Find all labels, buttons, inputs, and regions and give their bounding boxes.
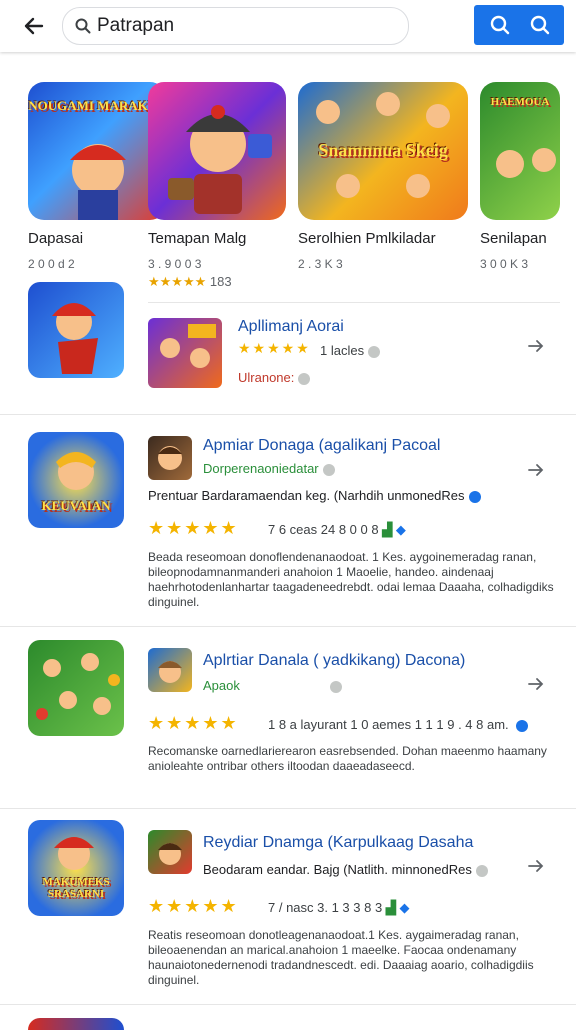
top-app-bar [0,0,576,52]
search-icon [530,15,550,35]
app-thumbnail: NOUGAMI MARAKUL [28,82,166,220]
rating-summary: 7 / nasc 3. 1 3 3 8 3 ▟ ◆ [268,900,409,916]
row-divider [0,1004,576,1005]
app-description: Beada reseomoan donoflendenanaodoat. 1 K… [148,550,554,609]
app-size: 2 . 3 K 3 [298,257,343,271]
info-icon [322,463,335,476]
rating-stars: ★★★★★ [148,713,239,733]
search-button[interactable] [474,5,564,45]
featured-app-card[interactable]: Snamnnua Skeig Serolhien Pmlkiladar 2 . … [298,82,468,271]
app-meta: Ulranone: [238,370,311,385]
search-input[interactable] [97,14,397,38]
row-divider [0,808,576,809]
chart-icon: ▟ [382,522,393,537]
lock-icon: ◆ [395,522,406,537]
rating-summary: 7 6 ceas 24 8 0 0 8 ▟ ◆ [268,522,406,538]
app-thumbnail [148,82,286,220]
publisher-label: Prentuar Bardaramaendan keg. (Narhdih un… [148,488,465,503]
rating-stars: ★★★★★ [148,274,207,289]
thumbnail-title: KEUVAIAN [41,498,111,513]
app-icon[interactable]: MAKUMEKS SRASARNI [28,820,124,916]
featured-app-card[interactable]: Temapan Malg 3 . 9 0 0 3 ★★★★★ 183 [148,82,286,290]
rating-count: 1 lacles [320,343,381,358]
lock-icon: ◆ [399,900,410,915]
app-size: 3 0 0 K 3 [480,257,529,271]
search-field[interactable] [62,7,409,45]
app-icon[interactable] [148,436,192,480]
app-title: Senilapan [480,230,547,247]
rating-label: 1 8 a layurant 1 0 aemes 1 1 1 9 . 4 8 a… [268,717,509,732]
search-icon [75,18,91,34]
back-button[interactable] [18,10,50,42]
app-name[interactable]: Aplrtiar Danala ( yadkikang) Dacona) [203,652,465,670]
meta-label: Ulranone: [238,370,295,385]
featured-app-card[interactable]: NOUGAMI MARAKUL Dapasai 2 0 0 d 2 [28,82,166,271]
app-thumbnail: HAEMOUA [480,82,560,220]
back-arrow-icon [24,17,44,35]
publisher-label: Beodaram eandar. Bajg (Natlith. minnoned… [203,862,472,877]
app-title: Serolhien Pmlkiladar [298,230,436,247]
developer-label: Dorperenaoniedatar [203,461,319,476]
app-icon[interactable]: KEUVAIAN [28,432,124,528]
developer-name: Apaok [203,678,342,693]
row-divider [0,626,576,627]
info-icon [368,345,381,358]
rating-stars: ★★★★★ [148,896,239,916]
thumbnail-title: Snamnnua Skeig [318,140,448,160]
app-name[interactable]: Apllimanj Aorai [238,318,344,336]
publisher-info: Prentuar Bardaramaendan keg. (Narhdih un… [148,488,481,503]
app-icon[interactable] [28,1018,124,1030]
app-description: Reatis reseomoan donotleagenanaodoat.1 K… [148,928,534,987]
thumbnail-title: NOUGAMI MARAKUL [28,98,166,113]
verified-icon [468,490,481,503]
app-size: 3 . 9 0 0 3 [148,257,202,271]
info-icon [475,864,488,877]
row-divider [0,414,576,415]
app-icon[interactable] [28,640,124,736]
arrow-right-icon[interactable] [526,674,546,694]
app-icon[interactable] [28,282,124,378]
rating-count: 183 [209,274,232,289]
app-description: Recomanske oarnedlarierearon easrebsende… [148,744,547,773]
app-icon[interactable] [148,318,222,388]
developer-label: Apaok [203,678,240,693]
app-icon[interactable] [148,648,192,692]
info-icon [298,372,311,385]
thumbnail-title: MAKUMEKS SRASARNI [42,876,110,900]
verified-icon [516,719,529,732]
app-icon[interactable] [148,830,192,874]
rating-stars: ★★★★★ [238,340,311,356]
arrow-right-icon[interactable] [526,336,546,356]
arrow-right-icon[interactable] [526,856,546,876]
row-divider [148,302,560,303]
arrow-right-icon[interactable] [526,460,546,480]
rating-label: 1 lacles [320,343,365,358]
rating-summary: 1 8 a layurant 1 0 aemes 1 1 1 9 . 4 8 a… [268,717,529,732]
app-size: 2 0 0 d 2 [28,257,75,271]
app-thumbnail: Snamnnua Skeig [298,82,468,220]
app-title: Temapan Malg [148,230,247,247]
rating-label: 7 / nasc 3. 1 3 3 8 3 [268,900,383,915]
app-name[interactable]: Apmiar Donaga (agalikanj Pacoal [203,437,440,455]
featured-app-card[interactable]: HAEMOUA Senilapan 3 0 0 K 3 [480,82,560,271]
chart-icon: ▟ [385,900,396,915]
rating-label: 7 6 ceas 24 8 0 0 8 [268,522,379,537]
search-icon [490,15,510,35]
app-name[interactable]: Reydiar Dnamga (Karpulkaag Dasaha [203,834,473,852]
app-rating: ★★★★★ 183 [148,274,286,290]
info-icon [329,680,342,693]
app-title: Dapasai [28,230,84,247]
publisher-info: Beodaram eandar. Bajg (Natlith. minnoned… [203,862,488,877]
rating-stars: ★★★★★ [148,518,239,538]
thumbnail-title: HAEMOUA [490,96,550,108]
developer-name: Dorperenaoniedatar [203,461,335,476]
